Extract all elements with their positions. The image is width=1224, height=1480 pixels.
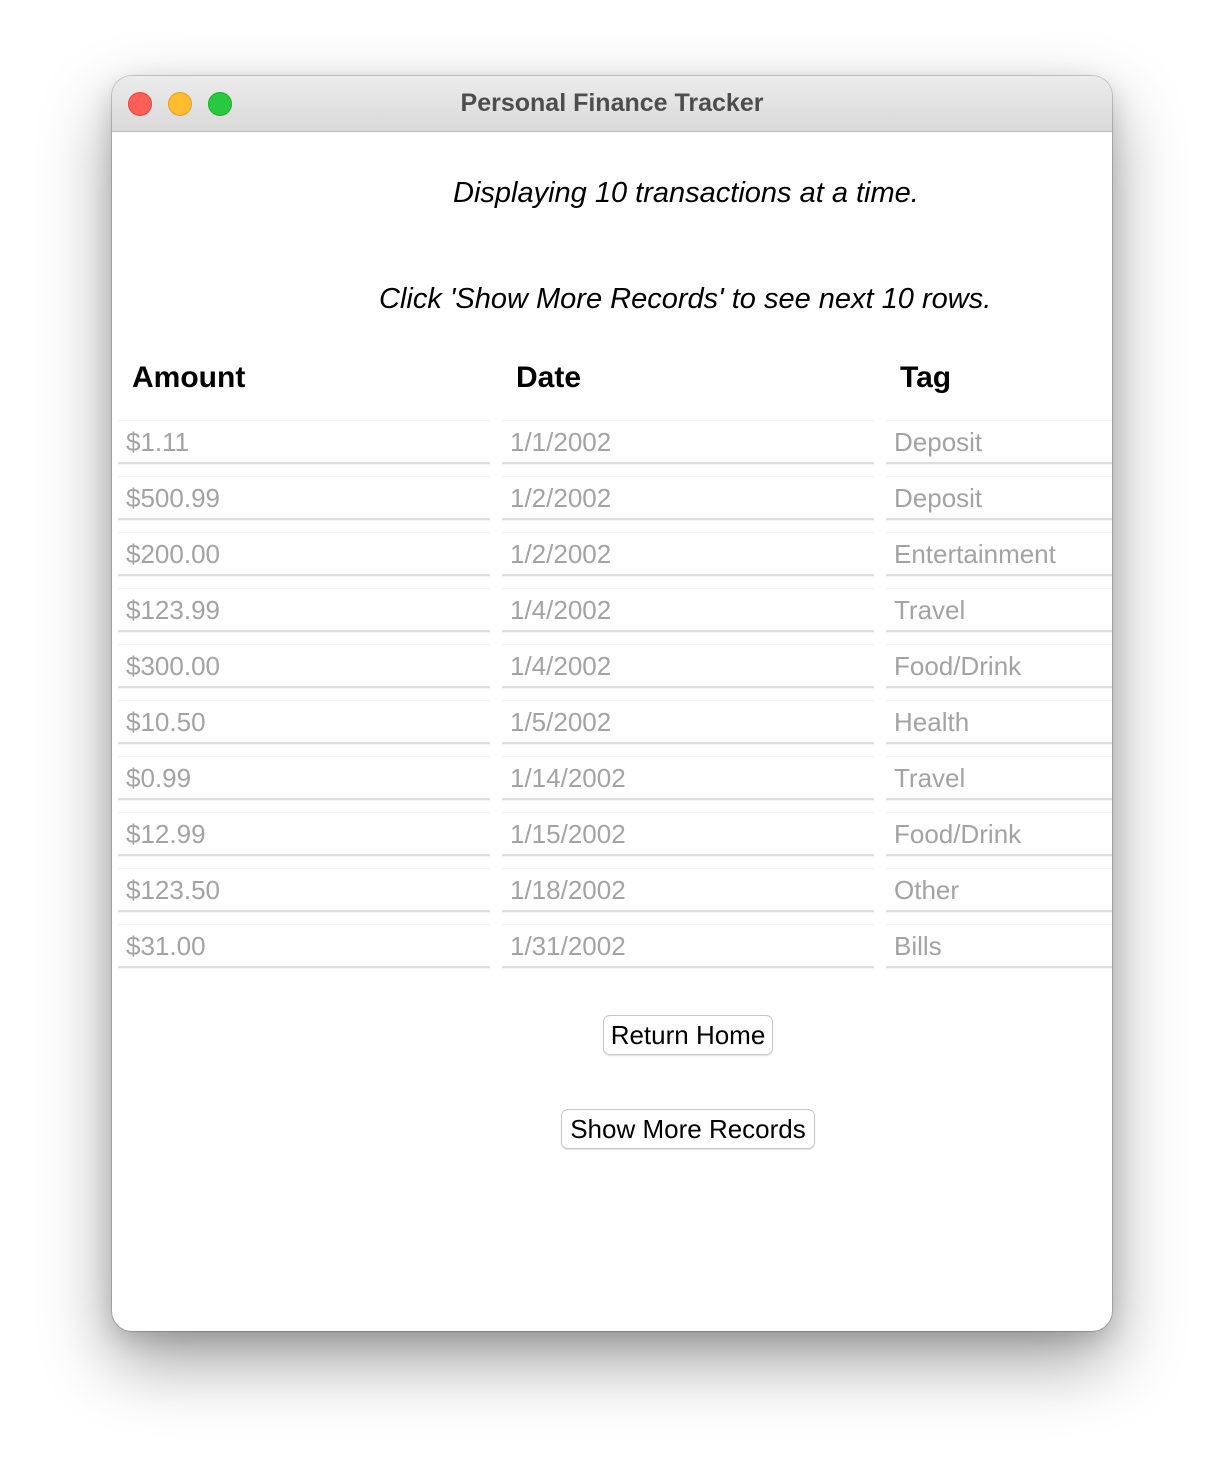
title-bar[interactable]: Personal Finance Tracker: [112, 76, 1112, 132]
window-title: Personal Finance Tracker: [460, 89, 764, 117]
table-row: $123.99 1/4/2002 Travel: [112, 588, 1112, 634]
date-field[interactable]: 1/2/2002: [502, 532, 874, 576]
tag-field[interactable]: Travel: [886, 588, 1112, 632]
info-line-1: Displaying 10 transactions at a time.: [453, 177, 919, 209]
amount-field[interactable]: $200.00: [118, 532, 490, 576]
column-header-amount: Amount: [132, 361, 246, 394]
table-row: $10.50 1/5/2002 Health: [112, 700, 1112, 746]
amount-field[interactable]: $10.50: [118, 700, 490, 744]
date-field[interactable]: 1/1/2002: [502, 420, 874, 464]
date-field[interactable]: 1/4/2002: [502, 588, 874, 632]
tag-field[interactable]: Travel: [886, 756, 1112, 800]
date-field[interactable]: 1/14/2002: [502, 756, 874, 800]
amount-field[interactable]: $1.11: [118, 420, 490, 464]
date-field[interactable]: 1/31/2002: [502, 924, 874, 968]
date-field[interactable]: 1/2/2002: [502, 476, 874, 520]
table-row: $31.00 1/31/2002 Bills: [112, 924, 1112, 970]
tag-field[interactable]: Health: [886, 700, 1112, 744]
column-header-date: Date: [516, 361, 582, 394]
tag-field[interactable]: Entertainment: [886, 532, 1112, 576]
date-field[interactable]: 1/5/2002: [502, 700, 874, 744]
amount-field[interactable]: $0.99: [118, 756, 490, 800]
return-home-button[interactable]: Return Home: [603, 1015, 773, 1055]
tag-field[interactable]: Food/Drink: [886, 644, 1112, 688]
tag-field[interactable]: Other: [886, 868, 1112, 912]
amount-field[interactable]: $123.50: [118, 868, 490, 912]
date-field[interactable]: 1/4/2002: [502, 644, 874, 688]
table-row: $0.99 1/14/2002 Travel: [112, 756, 1112, 802]
amount-field[interactable]: $123.99: [118, 588, 490, 632]
table-row: $300.00 1/4/2002 Food/Drink: [112, 644, 1112, 690]
table-row: $123.50 1/18/2002 Other: [112, 868, 1112, 914]
info-line-2: Click 'Show More Records' to see next 10…: [379, 283, 992, 315]
amount-field[interactable]: $12.99: [118, 812, 490, 856]
amount-field[interactable]: $500.99: [118, 476, 490, 520]
date-field[interactable]: 1/15/2002: [502, 812, 874, 856]
table-row: $1.11 1/1/2002 Deposit: [112, 420, 1112, 466]
table-row: $12.99 1/15/2002 Food/Drink: [112, 812, 1112, 858]
date-field[interactable]: 1/18/2002: [502, 868, 874, 912]
tag-field[interactable]: Bills: [886, 924, 1112, 968]
tag-field[interactable]: Deposit: [886, 476, 1112, 520]
tag-field[interactable]: Deposit: [886, 420, 1112, 464]
table-row: $500.99 1/2/2002 Deposit: [112, 476, 1112, 522]
amount-field[interactable]: $31.00: [118, 924, 490, 968]
app-window: Personal Finance Tracker Displaying 10 t…: [112, 76, 1112, 1331]
column-header-tag: Tag: [900, 361, 952, 394]
amount-field[interactable]: $300.00: [118, 644, 490, 688]
table-row: $200.00 1/2/2002 Entertainment: [112, 532, 1112, 578]
tag-field[interactable]: Food/Drink: [886, 812, 1112, 856]
show-more-records-button[interactable]: Show More Records: [561, 1109, 815, 1149]
